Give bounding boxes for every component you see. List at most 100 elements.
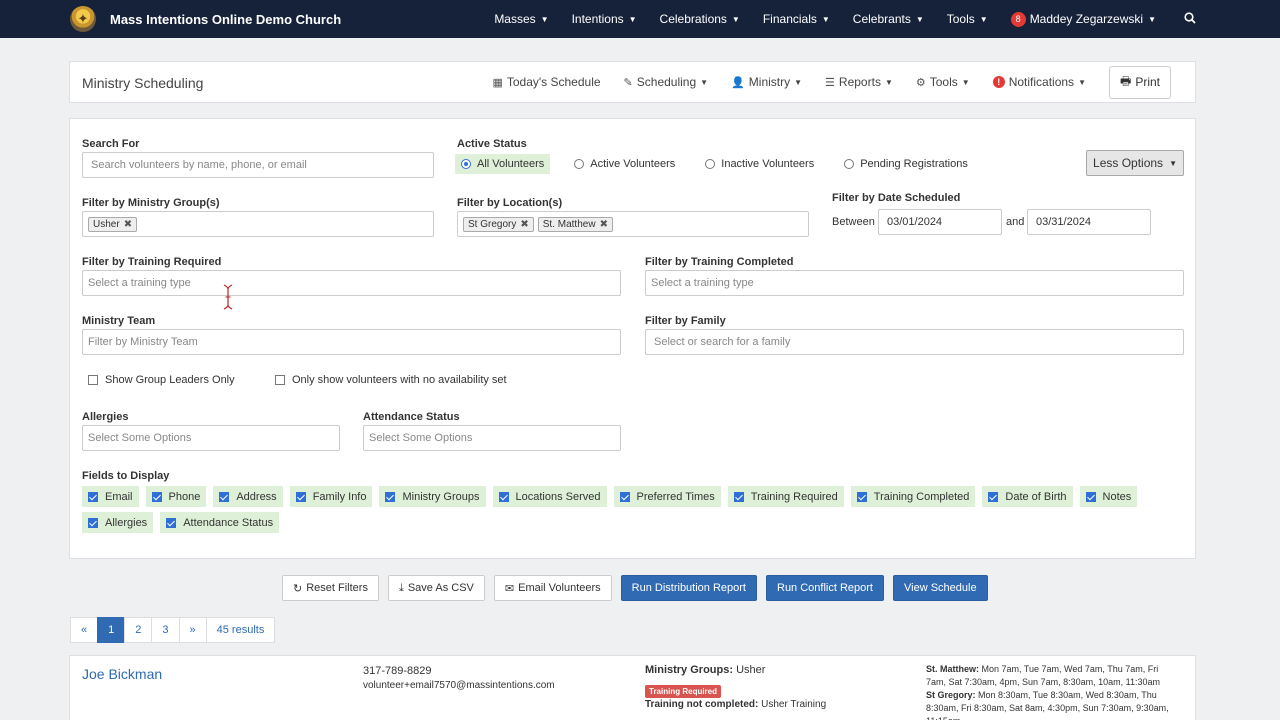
caret-down-icon: ▼ — [961, 77, 970, 87]
search-label: Search For — [82, 138, 140, 150]
field-date-of-birth[interactable]: Date of Birth — [982, 486, 1073, 507]
group-leaders-checkbox-row[interactable]: Show Group Leaders Only — [88, 374, 235, 386]
field-locations-served[interactable]: Locations Served — [492, 486, 607, 507]
attendance-label: Attendance Status — [363, 411, 460, 423]
page-prev[interactable]: « — [70, 617, 99, 643]
location-label: Filter by Location(s) — [457, 197, 563, 209]
remove-tag-icon[interactable]: ✖ — [600, 219, 608, 230]
radio-all-volunteers[interactable]: All Volunteers — [455, 154, 551, 174]
field-email[interactable]: Email — [82, 486, 139, 507]
date-to-input[interactable]: 03/31/2024 — [1027, 209, 1151, 235]
fields-to-display-label: Fields to Display — [82, 470, 170, 482]
attendance-select[interactable]: Select Some Options — [363, 425, 621, 451]
field-phone[interactable]: Phone — [145, 486, 207, 507]
page-next[interactable]: » — [178, 617, 207, 643]
volunteer-email: volunteer+email7570@massintentions.com — [363, 680, 555, 691]
field-family-info[interactable]: Family Info — [289, 486, 373, 507]
and-label: and — [1006, 216, 1025, 228]
nav-celebrants[interactable]: Celebrants ▼ — [853, 12, 924, 26]
action-buttons: ↻ Reset Filters ⤓ Save As CSV ✉ Email Volun… — [282, 575, 997, 601]
notification-count-badge: 8 — [1010, 11, 1026, 27]
field-allergies[interactable]: Allergies — [82, 512, 154, 533]
run-distribution-report-button[interactable]: Run Distribution Report — [620, 575, 757, 601]
field-preferred-times[interactable]: Preferred Times — [613, 486, 721, 507]
radio-pending-registrations[interactable]: Pending Registrations — [838, 154, 974, 174]
print-button[interactable]: 🖶 Print — [1108, 65, 1171, 99]
nav-user-menu[interactable]: 8 Maddey Zegarzewski ▼ — [1010, 11, 1156, 27]
caret-down-icon: ▼ — [540, 14, 549, 24]
caret-down-icon: ▼ — [915, 14, 924, 24]
calendar-icon: ▦ — [492, 76, 503, 89]
ministry-group-label: Filter by Ministry Group(s) — [82, 197, 220, 209]
active-status-group: All Volunteers Active Volunteers Inactiv… — [455, 154, 992, 174]
caret-down-icon: ▼ — [628, 14, 637, 24]
nav-financials[interactable]: Financials ▼ — [763, 12, 830, 26]
caret-down-icon: ▼ — [1078, 77, 1086, 87]
location-select[interactable]: St Gregory ✖ St. Matthew ✖ — [457, 211, 809, 237]
ministry-groups-info: Ministry Groups: Usher — [645, 664, 766, 676]
field-ministry-groups[interactable]: Ministry Groups — [379, 486, 486, 507]
family-label: Filter by Family — [645, 315, 726, 327]
brand-name: Mass Intentions Online Demo Church — [110, 11, 342, 27]
nav-tools[interactable]: Tools ▼ — [947, 12, 988, 26]
radio-active-volunteers[interactable]: Active Volunteers — [568, 154, 681, 174]
training-not-completed-info: Training not completed: Usher Training — [645, 699, 827, 710]
envelope-icon: ✉ — [504, 582, 515, 595]
date-from-input[interactable]: 03/01/2024 — [878, 209, 1002, 235]
preferred-times-info: St. Matthew: Mon 7am, Tue 7am, Wed 7am, … — [926, 664, 1169, 720]
no-availability-checkbox-row[interactable]: Only show volunteers with no availabilit… — [275, 374, 507, 386]
volunteer-card: Joe Bickman 317-789-8829 volunteer+email… — [69, 655, 1196, 720]
no-availability-checkbox[interactable] — [275, 375, 285, 385]
todays-schedule-link[interactable]: ▦ Today's Schedule — [492, 75, 600, 89]
caret-down-icon: ▼ — [731, 14, 740, 24]
field-training-completed[interactable]: Training Completed — [850, 486, 976, 507]
page-2[interactable]: 2 — [124, 617, 153, 643]
ministry-menu[interactable]: 👤 Ministry ▼ — [731, 75, 802, 89]
training-completed-label: Filter by Training Completed — [645, 256, 794, 268]
caret-down-icon: ▼ — [821, 14, 830, 24]
user-icon: 👤 — [731, 76, 745, 89]
reset-filters-button[interactable]: ↻ Reset Filters — [282, 575, 379, 601]
brand[interactable]: ✦ Mass Intentions Online Demo Church — [70, 6, 341, 32]
view-schedule-button[interactable]: View Schedule — [893, 575, 988, 601]
page-3[interactable]: 3 — [151, 617, 180, 643]
field-address[interactable]: Address — [213, 486, 283, 507]
field-training-required[interactable]: Training Required — [727, 486, 844, 507]
reports-menu[interactable]: ☰ Reports ▼ — [825, 75, 893, 89]
notifications-menu[interactable]: ! Notifications ▼ — [992, 75, 1086, 89]
scheduling-menu[interactable]: ✎ Scheduling ▼ — [624, 75, 709, 89]
ministry-team-select[interactable]: Filter by Ministry Team — [82, 329, 621, 355]
church-logo-icon: ✦ — [70, 6, 96, 32]
caret-down-icon: ▼ — [979, 14, 988, 24]
nav-intentions[interactable]: Intentions ▼ — [572, 12, 637, 26]
training-completed-select[interactable]: Select a training type — [645, 270, 1184, 296]
volunteer-name-link[interactable]: Joe Bickman — [82, 666, 162, 682]
remove-tag-icon[interactable]: ✖ — [520, 219, 528, 230]
training-required-select[interactable]: Select a training type — [82, 270, 621, 296]
ministry-group-select[interactable]: Usher ✖ — [82, 211, 434, 237]
nav-masses[interactable]: Masses ▼ — [494, 12, 548, 26]
radio-inactive-volunteers[interactable]: Inactive Volunteers — [699, 154, 820, 174]
page-title: Ministry Scheduling — [82, 75, 204, 91]
search-input[interactable]: Search volunteers by name, phone, or ema… — [82, 152, 434, 178]
group-leaders-checkbox[interactable] — [88, 375, 98, 385]
remove-tag-icon[interactable]: ✖ — [124, 219, 132, 230]
top-navbar: ✦ Mass Intentions Online Demo Church Mas… — [0, 0, 1280, 38]
allergies-select[interactable]: Select Some Options — [82, 425, 340, 451]
nav-celebrations[interactable]: Celebrations ▼ — [660, 12, 740, 26]
tag-st-matthew: St. Matthew ✖ — [537, 216, 613, 232]
allergies-label: Allergies — [82, 411, 129, 423]
date-scheduled-label: Filter by Date Scheduled — [832, 192, 961, 204]
less-options-button[interactable]: Less Options ▼ — [1086, 150, 1184, 176]
fields-to-display: Email Phone Address Family Info Ministry… — [82, 486, 1182, 538]
filter-card: Search For Search volunteers by name, ph… — [69, 118, 1196, 559]
email-volunteers-button[interactable]: ✉ Email Volunteers — [493, 575, 612, 601]
save-csv-button[interactable]: ⤓ Save As CSV — [387, 575, 485, 601]
run-conflict-report-button[interactable]: Run Conflict Report — [766, 575, 884, 601]
family-select[interactable]: Select or search for a family — [645, 329, 1184, 355]
page-1[interactable]: 1 — [97, 617, 126, 643]
field-attendance-status[interactable]: Attendance Status — [160, 512, 280, 533]
field-notes[interactable]: Notes — [1079, 486, 1138, 507]
search-icon[interactable] — [1184, 11, 1196, 27]
tools-menu[interactable]: ⚙ Tools ▼ — [916, 75, 970, 89]
